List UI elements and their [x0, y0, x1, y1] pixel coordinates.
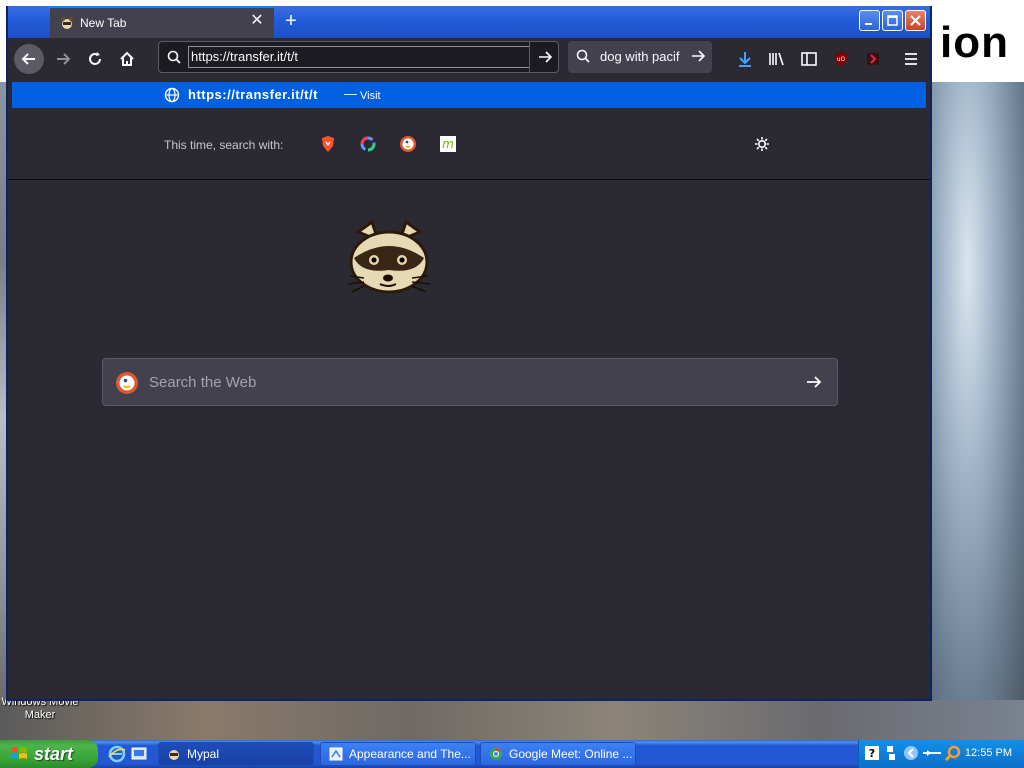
menu-button[interactable] — [900, 48, 922, 70]
taskbar-item-mypal[interactable]: Mypal — [158, 742, 314, 766]
downloads-button[interactable] — [734, 48, 756, 70]
search-icon — [167, 50, 181, 64]
reload-button[interactable] — [80, 44, 110, 74]
svg-text:uO: uO — [837, 56, 846, 63]
ublock-button[interactable]: uO — [830, 48, 852, 70]
clock: 12:55 PM — [964, 747, 1012, 759]
chrome-icon — [490, 748, 502, 760]
internet-explorer-icon[interactable] — [108, 745, 126, 763]
raccoon-favicon-icon — [169, 750, 179, 760]
mojeek-search-button[interactable]: m — [438, 134, 458, 154]
extension-red-icon — [867, 53, 879, 65]
arrow-right-icon — [538, 51, 552, 63]
minimize-icon — [865, 23, 872, 25]
qwant-icon — [360, 136, 376, 152]
network-icon[interactable] — [885, 744, 897, 762]
desktop-wallpaper — [930, 82, 1024, 702]
sidebar-icon — [801, 52, 817, 66]
gear-icon — [755, 137, 769, 151]
taskbar: start Mypal Appearance and The... Google… — [0, 740, 1024, 768]
chevron-left-icon[interactable] — [903, 745, 919, 761]
taskbar-item-label: Google Meet: Online ... — [509, 747, 633, 761]
system-tray: ? 12:55 PM — [858, 740, 1024, 768]
address-bar[interactable]: https://transfer.it/t/t — [158, 41, 559, 73]
new-tab-page: Search the Web — [8, 180, 930, 699]
go-button[interactable] — [529, 42, 559, 72]
svg-text:m: m — [442, 137, 454, 151]
home-icon — [120, 51, 134, 66]
taskbar-item-google-meet[interactable]: Google Meet: Online ... — [480, 742, 636, 766]
suggestion-separator: — — [344, 86, 357, 101]
browser-window: New Tab ✕ + https://transfer.it/t/t dog … — [6, 6, 932, 701]
search-with-label: This time, search with: — [164, 138, 284, 152]
tab-new-tab[interactable]: New Tab ✕ — [50, 6, 274, 38]
taskbar-item-label: Mypal — [187, 747, 220, 761]
arrow-right-icon[interactable] — [690, 48, 706, 64]
start-label: start — [34, 743, 74, 764]
suggestion-action: Visit — [360, 90, 381, 102]
back-button[interactable] — [14, 44, 44, 74]
minimize-button[interactable] — [859, 10, 880, 31]
taskbar-item-appearance[interactable]: Appearance and The... — [320, 742, 476, 766]
window-controls — [859, 10, 926, 31]
download-icon — [739, 52, 751, 67]
maximize-button[interactable] — [882, 10, 903, 31]
search-input[interactable]: dog with pacif — [600, 49, 684, 64]
web-search-placeholder: Search the Web — [149, 374, 257, 391]
ublock-origin-icon: uO — [835, 52, 847, 66]
maximize-icon — [887, 15, 898, 26]
desktop-wallpaper-bottom — [0, 700, 1024, 740]
search-tray-icon[interactable] — [945, 745, 961, 761]
mojeek-icon: m — [440, 136, 456, 152]
duckduckgo-icon — [400, 136, 416, 152]
tab-title: New Tab — [80, 16, 127, 30]
home-button[interactable] — [112, 44, 142, 74]
raccoon-logo-icon — [347, 219, 431, 294]
control-panel-icon — [329, 747, 343, 761]
close-tab-icon[interactable]: ✕ — [248, 12, 266, 30]
hamburger-menu-icon — [905, 53, 917, 65]
brave-icon — [322, 136, 334, 152]
extension-button[interactable] — [862, 48, 884, 70]
duckduckgo-icon — [116, 372, 138, 394]
windows-logo-icon — [11, 747, 27, 759]
close-window-button[interactable] — [905, 10, 926, 31]
wallpaper-text: ion — [940, 18, 1009, 67]
brave-search-button[interactable] — [318, 134, 338, 154]
duckduckgo-search-button[interactable] — [398, 134, 418, 154]
reload-icon — [89, 52, 101, 65]
library-button[interactable] — [766, 48, 788, 70]
url-suggestion-panel: https://transfer.it/t/t — Visit This tim… — [8, 80, 930, 180]
globe-icon — [164, 87, 180, 103]
url-suggestion-row[interactable]: https://transfer.it/t/t — Visit — [12, 82, 926, 108]
taskbar-item-label: Appearance and The... — [349, 747, 471, 761]
show-desktop-icon[interactable] — [130, 745, 148, 763]
volume-icon[interactable] — [923, 748, 941, 758]
search-settings-button[interactable] — [754, 136, 770, 157]
raccoon-favicon-icon — [61, 17, 73, 29]
search-icon — [576, 49, 590, 63]
svg-text:?: ? — [869, 747, 875, 760]
arrow-right-icon — [57, 53, 71, 65]
qwant-search-button[interactable] — [358, 134, 378, 154]
arrow-left-icon — [21, 53, 35, 65]
arrow-right-icon[interactable] — [805, 373, 823, 391]
library-icon — [769, 52, 784, 66]
start-button[interactable]: start — [0, 740, 98, 768]
search-bar[interactable]: dog with pacif — [568, 41, 712, 73]
forward-button[interactable] — [48, 44, 78, 74]
web-search-box[interactable]: Search the Web — [102, 358, 838, 406]
suggestion-url: https://transfer.it/t/t — [188, 87, 318, 102]
close-icon — [910, 15, 921, 26]
help-icon[interactable]: ? — [865, 746, 879, 760]
navigation-toolbar: https://transfer.it/t/t dog with pacif u… — [8, 38, 930, 80]
new-tab-button[interactable]: + — [280, 10, 302, 32]
url-input[interactable]: https://transfer.it/t/t — [188, 46, 530, 68]
title-bar[interactable]: New Tab ✕ + — [8, 6, 930, 38]
sidebar-button[interactable] — [798, 48, 820, 70]
